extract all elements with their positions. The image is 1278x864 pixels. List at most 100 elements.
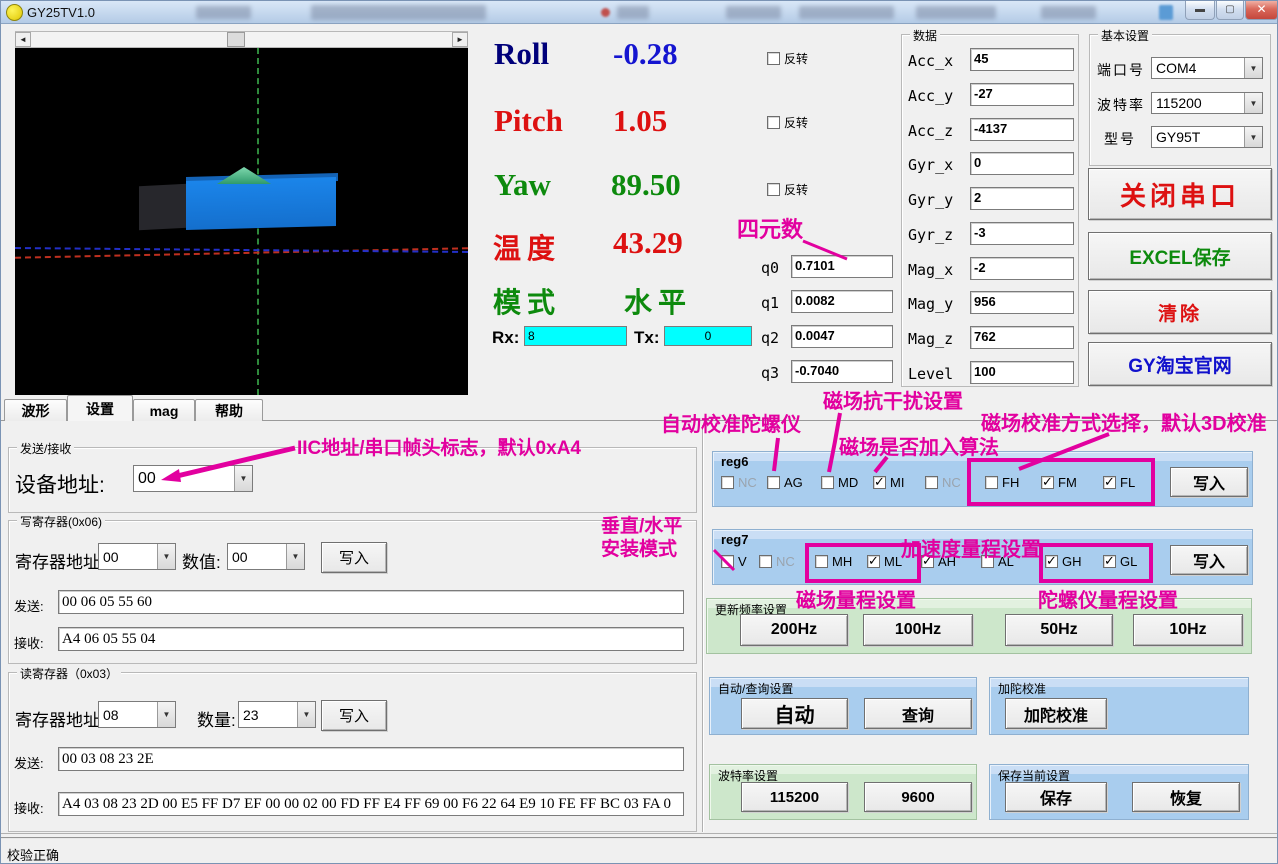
baud-115200-button[interactable]: 115200 <box>741 782 848 812</box>
clear-button[interactable]: 清除 <box>1088 290 1272 334</box>
baud-9600-button[interactable]: 9600 <box>864 782 972 812</box>
checkbox-box[interactable] <box>925 476 938 489</box>
checkbox-box[interactable] <box>1045 553 1058 569</box>
reg6-nc2-checkbox[interactable]: NC <box>925 475 961 490</box>
reg7-v-checkbox[interactable]: V <box>721 554 747 569</box>
checkbox-box[interactable] <box>721 476 734 489</box>
read-reg-qty-combobox[interactable]: 23 ▼ <box>238 701 316 728</box>
scroll-left-button[interactable]: ◄ <box>15 32 31 47</box>
gyr-x-field[interactable]: 0 <box>970 152 1074 175</box>
scroll-right-button[interactable]: ► <box>452 32 468 47</box>
acc-z-field[interactable]: -4137 <box>970 118 1074 141</box>
reg7-nc-checkbox[interactable]: NC <box>759 554 795 569</box>
mag-y-field[interactable]: 956 <box>970 291 1074 314</box>
close-button[interactable]: ✕ <box>1245 1 1277 20</box>
checkbox-box[interactable] <box>873 474 886 490</box>
write-reg-recv-field[interactable]: A4 06 05 55 04 <box>58 627 684 651</box>
chevron-down-icon[interactable]: ▼ <box>1244 127 1262 147</box>
close-serial-button[interactable]: 关闭串口 <box>1088 168 1272 220</box>
write-reg-send-field[interactable]: 00 06 05 55 60 <box>58 590 684 614</box>
write-reg-addr-combobox[interactable]: 00 ▼ <box>98 543 176 570</box>
mag-z-field[interactable]: 762 <box>970 326 1074 349</box>
query-button[interactable]: 查询 <box>864 698 972 729</box>
q3-field[interactable]: -0.7040 <box>791 360 893 383</box>
scrollbar-thumb[interactable] <box>227 32 245 47</box>
tab-settings[interactable]: 设置 <box>67 395 133 421</box>
tab-mag[interactable]: mag <box>133 399 195 421</box>
level-field[interactable]: 100 <box>970 361 1074 384</box>
reg6-fm-checkbox[interactable]: FM <box>1041 474 1077 490</box>
checkbox-box[interactable] <box>767 183 780 196</box>
chevron-down-icon[interactable]: ▼ <box>297 702 315 727</box>
rate-10hz-button[interactable]: 10Hz <box>1133 614 1243 646</box>
checkbox-box[interactable] <box>759 555 772 568</box>
rate-200hz-button[interactable]: 200Hz <box>740 614 848 646</box>
maximize-button[interactable]: ▢ <box>1216 1 1244 20</box>
device-addr-combobox[interactable]: 00 ▼ <box>133 465 253 492</box>
restore-button[interactable]: 恢复 <box>1132 782 1240 812</box>
checkbox-box[interactable] <box>767 476 780 489</box>
gyr-y-field[interactable]: 2 <box>970 187 1074 210</box>
roll-label: Roll <box>494 36 550 71</box>
reg6-fh-checkbox[interactable]: FH <box>985 475 1019 490</box>
reg6-write-button[interactable]: 写入 <box>1170 467 1248 497</box>
checkbox-box[interactable] <box>767 52 780 65</box>
chevron-down-icon[interactable]: ▼ <box>234 466 252 491</box>
reg7-gl-checkbox[interactable]: GL <box>1103 553 1137 569</box>
chevron-down-icon[interactable]: ▼ <box>1244 93 1262 113</box>
mag-x-field[interactable]: -2 <box>970 257 1074 280</box>
write-reg-write-button[interactable]: 写入 <box>321 542 387 573</box>
checkbox-box[interactable] <box>1103 474 1116 490</box>
reg6-mi-checkbox[interactable]: MI <box>873 474 904 490</box>
read-reg-send-field[interactable]: 00 03 08 23 2E <box>58 747 684 771</box>
q0-field[interactable]: 0.7101 <box>791 255 893 278</box>
tx-count-field[interactable]: 0 <box>664 326 752 346</box>
minimize-button[interactable]: ▬ <box>1185 1 1215 20</box>
checkbox-box[interactable] <box>1041 474 1054 490</box>
tab-help[interactable]: 帮助 <box>195 399 263 421</box>
chevron-down-icon[interactable]: ▼ <box>1244 58 1262 78</box>
pitch-invert-checkbox[interactable]: 反转 <box>767 114 808 131</box>
reg7-gh-checkbox[interactable]: GH <box>1045 553 1082 569</box>
reg6-nc1-checkbox[interactable]: NC <box>721 475 757 490</box>
baud-combobox[interactable]: 115200 ▼ <box>1151 92 1263 114</box>
q2-field[interactable]: 0.0047 <box>791 325 893 348</box>
read-reg-write-button[interactable]: 写入 <box>321 700 387 731</box>
read-reg-recv-field[interactable]: A4 03 08 23 2D 00 E5 FF D7 EF 00 00 02 0… <box>58 792 684 816</box>
port-combobox[interactable]: COM4 ▼ <box>1151 57 1263 79</box>
rate-50hz-button[interactable]: 50Hz <box>1005 614 1113 646</box>
chevron-down-icon[interactable]: ▼ <box>157 544 175 569</box>
excel-save-button[interactable]: EXCEL保存 <box>1088 232 1272 280</box>
chevron-down-icon[interactable]: ▼ <box>286 544 304 569</box>
read-reg-addr-combobox[interactable]: 08 ▼ <box>98 701 176 728</box>
tab-waveform[interactable]: 波形 <box>4 399 67 421</box>
q1-field[interactable]: 0.0082 <box>791 290 893 313</box>
yaw-invert-checkbox[interactable]: 反转 <box>767 181 808 198</box>
checkbox-box[interactable] <box>767 116 780 129</box>
checkbox-box[interactable] <box>821 476 834 489</box>
reg7-ml-checkbox[interactable]: ML <box>867 553 902 569</box>
checkbox-box[interactable] <box>985 476 998 489</box>
rx-count-field[interactable]: 8 <box>524 326 627 346</box>
taobao-button[interactable]: GY淘宝官网 <box>1088 342 1272 386</box>
reg7-write-button[interactable]: 写入 <box>1170 545 1248 575</box>
reg6-md-checkbox[interactable]: MD <box>821 475 858 490</box>
reg6-fl-checkbox[interactable]: FL <box>1103 474 1135 490</box>
model-combobox[interactable]: GY95T ▼ <box>1151 126 1263 148</box>
gyro-cal-button[interactable]: 加陀校准 <box>1005 698 1107 729</box>
write-reg-value-combobox[interactable]: 00 ▼ <box>227 543 305 570</box>
acc-y-field[interactable]: -27 <box>970 83 1074 106</box>
roll-invert-checkbox[interactable]: 反转 <box>767 50 808 67</box>
reg7-mh-checkbox[interactable]: MH <box>815 554 852 569</box>
save-button[interactable]: 保存 <box>1005 782 1107 812</box>
chevron-down-icon[interactable]: ▼ <box>157 702 175 727</box>
acc-x-field[interactable]: 45 <box>970 48 1074 71</box>
checkbox-box[interactable] <box>867 553 880 569</box>
auto-button[interactable]: 自动 <box>741 698 848 729</box>
checkbox-box[interactable] <box>1103 553 1116 569</box>
checkbox-box[interactable] <box>815 555 828 568</box>
rate-100hz-button[interactable]: 100Hz <box>863 614 973 646</box>
gyr-z-field[interactable]: -3 <box>970 222 1074 245</box>
reg6-ag-checkbox[interactable]: AG <box>767 475 803 490</box>
checkbox-box[interactable] <box>721 555 734 568</box>
